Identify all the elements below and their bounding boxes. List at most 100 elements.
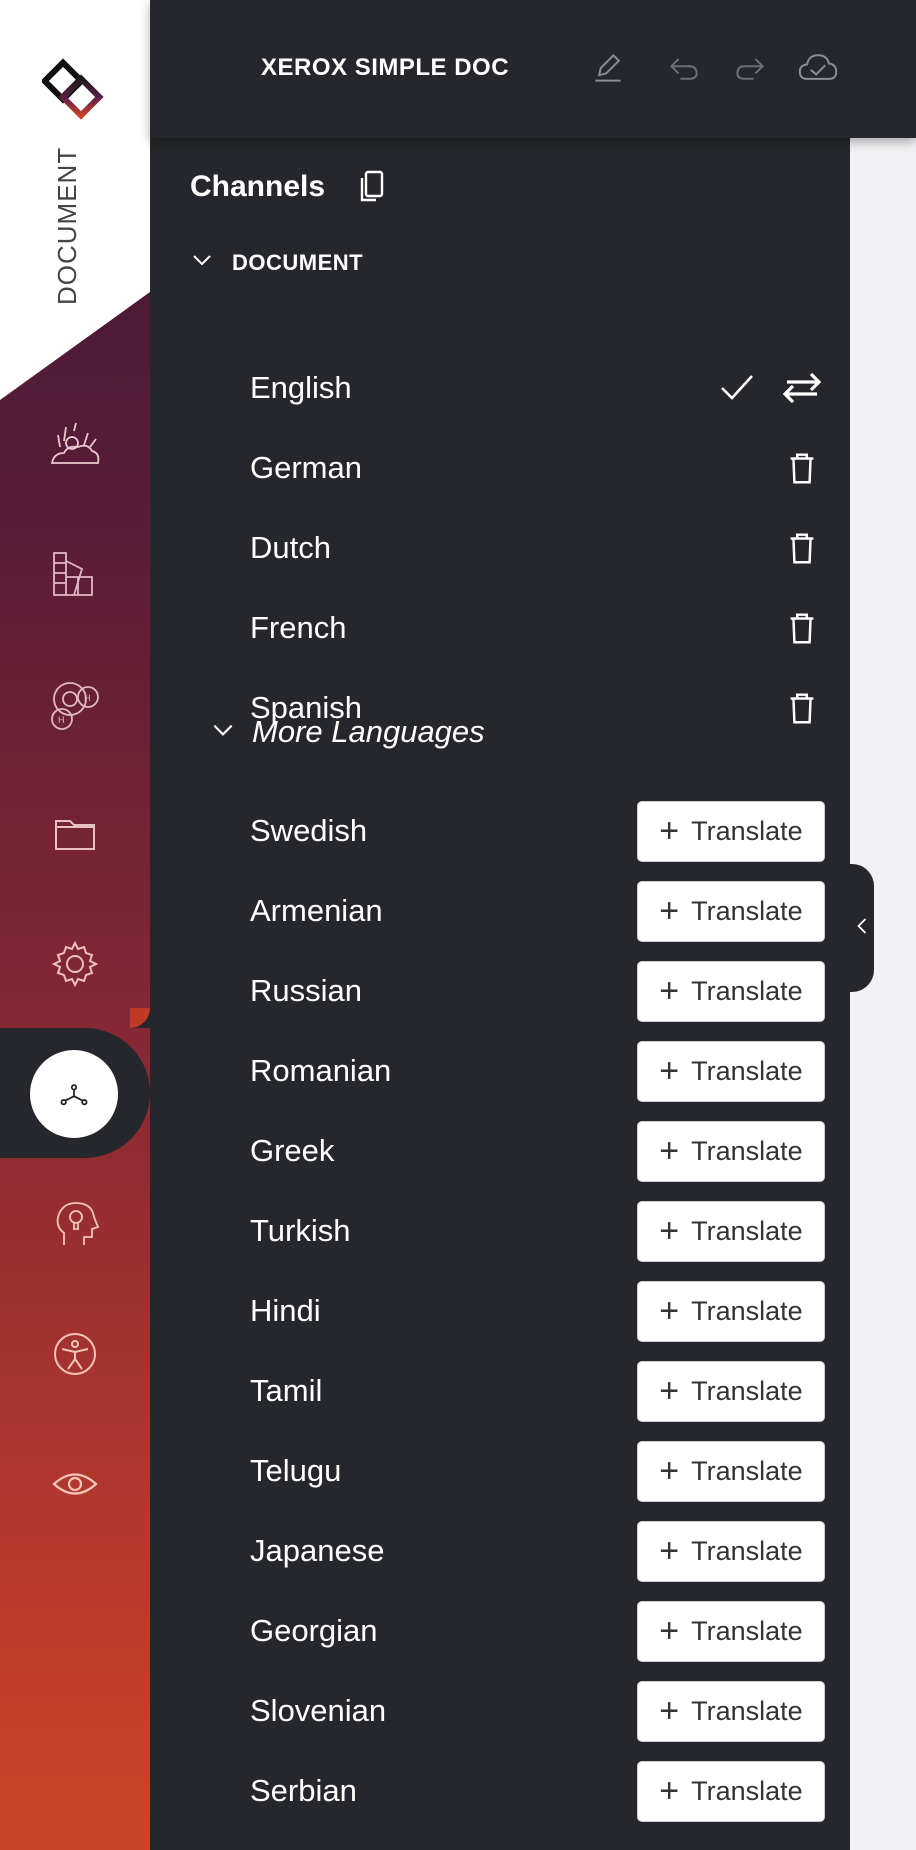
translate-button[interactable]: + Translate xyxy=(637,1280,825,1342)
translate-button[interactable]: + Translate xyxy=(637,1600,825,1662)
top-header: XEROX SIMPLE DOC xyxy=(150,0,916,138)
translate-label: Translate xyxy=(691,1055,803,1086)
plus-icon: + xyxy=(659,1692,680,1730)
undo-icon[interactable] xyxy=(664,48,704,88)
translate-label: Translate xyxy=(691,1695,803,1726)
active-tab-notch xyxy=(130,1008,150,1028)
translate-label: Translate xyxy=(691,1455,803,1486)
swatch-icon[interactable] xyxy=(45,544,105,604)
plus-icon: + xyxy=(659,892,680,930)
translate-label: Translate xyxy=(691,1135,803,1166)
plus-icon: + xyxy=(659,1372,680,1410)
translate-label: Translate xyxy=(691,1775,803,1806)
headings-icon[interactable]: HH xyxy=(45,674,105,734)
language-row[interactable]: English xyxy=(250,353,825,423)
edit-icon[interactable] xyxy=(588,48,628,88)
language-row: Greek + Translate xyxy=(250,1116,825,1186)
svg-text:H: H xyxy=(84,693,91,703)
language-row[interactable]: French xyxy=(250,593,825,663)
language-row: Georgian + Translate xyxy=(250,1596,825,1666)
plus-icon: + xyxy=(659,1612,680,1650)
translate-label: Translate xyxy=(691,1215,803,1246)
section-document[interactable]: DOCUMENT xyxy=(190,248,363,277)
language-name: Telugu xyxy=(250,1453,342,1488)
panel-title: Channels xyxy=(190,170,326,203)
language-row: Tamil + Translate xyxy=(250,1356,825,1426)
language-name: English xyxy=(250,370,352,405)
translate-button[interactable]: + Translate xyxy=(637,1040,825,1102)
translate-label: Translate xyxy=(691,1295,803,1326)
language-name: Slovenian xyxy=(250,1693,387,1728)
language-name: Georgian xyxy=(250,1613,378,1648)
translate-button[interactable]: + Translate xyxy=(637,800,825,862)
cloud-check-icon[interactable] xyxy=(798,48,838,88)
translate-label: Translate xyxy=(691,975,803,1006)
language-name: Tamil xyxy=(250,1373,323,1408)
language-name: Serbian xyxy=(250,1773,357,1808)
language-row[interactable]: Dutch xyxy=(250,513,825,583)
plus-icon: + xyxy=(659,1452,680,1490)
language-row: Russian + Translate xyxy=(250,956,825,1026)
translate-label: Translate xyxy=(691,815,803,846)
language-row: Armenian + Translate xyxy=(250,876,825,946)
language-name: Russian xyxy=(250,973,362,1008)
translate-button[interactable]: + Translate xyxy=(637,1760,825,1822)
plus-icon: + xyxy=(659,812,680,850)
network-icon[interactable] xyxy=(30,1050,118,1138)
translate-button[interactable]: + Translate xyxy=(637,880,825,942)
language-name: Romanian xyxy=(250,1053,392,1088)
plus-icon: + xyxy=(659,1772,680,1810)
app-logo xyxy=(40,58,108,124)
translate-button[interactable]: + Translate xyxy=(637,1440,825,1502)
language-name: Armenian xyxy=(250,893,383,928)
document-canvas xyxy=(850,138,916,1850)
plus-icon: + xyxy=(659,1212,680,1250)
chevron-down-icon xyxy=(190,248,214,277)
trash-icon[interactable] xyxy=(779,685,825,731)
language-row: Japanese + Translate xyxy=(250,1516,825,1586)
more-languages-toggle[interactable]: More Languages xyxy=(210,714,485,750)
swap-icon[interactable] xyxy=(779,365,825,411)
translate-button[interactable]: + Translate xyxy=(637,1520,825,1582)
more-languages-label: More Languages xyxy=(252,714,485,749)
trash-icon[interactable] xyxy=(779,445,825,491)
language-row: Turkish + Translate xyxy=(250,1196,825,1266)
landscape-icon[interactable] xyxy=(45,414,105,474)
trash-icon[interactable] xyxy=(779,525,825,571)
side-rail: DOCUMENT HH xyxy=(0,0,150,1850)
language-row: Hindi + Translate xyxy=(250,1276,825,1346)
translate-button[interactable]: + Translate xyxy=(637,1360,825,1422)
channels-panel: Channels DOCUMENT English German Dutch Fren… xyxy=(150,138,850,1850)
collapse-panel-button[interactable] xyxy=(850,864,874,992)
translate-button[interactable]: + Translate xyxy=(637,960,825,1022)
folder-icon[interactable] xyxy=(45,804,105,864)
plus-icon: + xyxy=(659,1292,680,1330)
chevron-left-icon xyxy=(855,915,869,942)
redo-icon[interactable] xyxy=(730,48,770,88)
plus-icon: + xyxy=(659,1532,680,1570)
language-row: Romanian + Translate xyxy=(250,1036,825,1106)
copy-icon[interactable] xyxy=(352,166,392,206)
language-name: French xyxy=(250,610,347,645)
chevron-down-icon xyxy=(210,717,236,748)
language-name: Turkish xyxy=(250,1213,351,1248)
language-row: Telugu + Translate xyxy=(250,1436,825,1506)
plus-icon: + xyxy=(659,972,680,1010)
gear-icon[interactable] xyxy=(45,934,105,994)
language-name: Greek xyxy=(250,1133,335,1168)
trash-icon[interactable] xyxy=(779,605,825,651)
translate-label: Translate xyxy=(691,1535,803,1566)
translate-button[interactable]: + Translate xyxy=(637,1200,825,1262)
eye-icon[interactable] xyxy=(45,1454,105,1514)
plus-icon: + xyxy=(659,1132,680,1170)
svg-text:H: H xyxy=(58,715,65,725)
translate-button[interactable]: + Translate xyxy=(637,1120,825,1182)
idea-head-icon[interactable] xyxy=(45,1194,105,1254)
rail-label: DOCUMENT xyxy=(52,146,82,305)
language-row: Swedish + Translate xyxy=(250,796,825,866)
accessibility-icon[interactable] xyxy=(45,1324,105,1384)
translate-label: Translate xyxy=(691,1375,803,1406)
translate-button[interactable]: + Translate xyxy=(637,1680,825,1742)
section-label: DOCUMENT xyxy=(232,249,364,275)
language-row[interactable]: German xyxy=(250,433,825,503)
